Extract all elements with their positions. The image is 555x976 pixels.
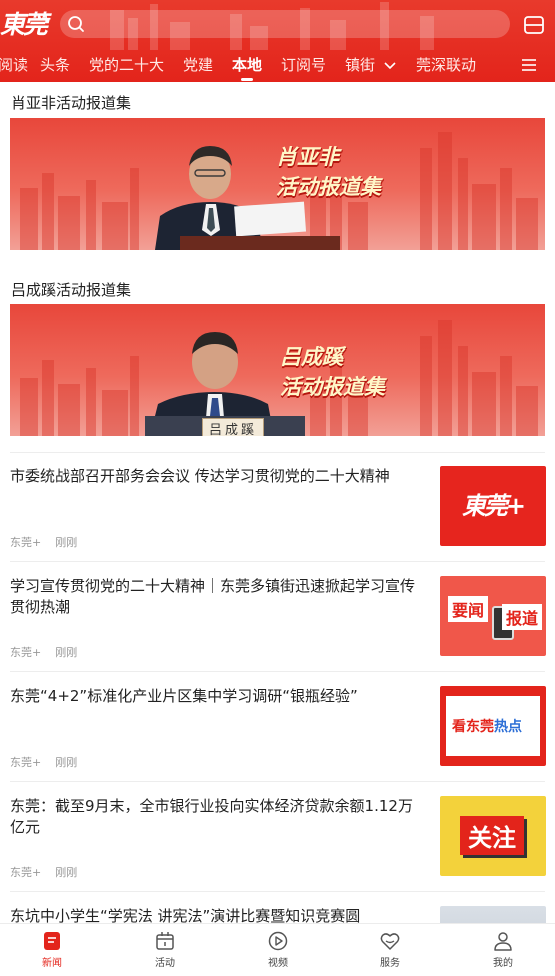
news-thumbnail — [440, 906, 546, 923]
news-source: 东莞+ — [10, 866, 42, 879]
tab-dongguan-shenzhen[interactable]: 莞深联动 — [416, 52, 476, 78]
tab-party-congress[interactable]: 党的二十大 — [89, 52, 164, 78]
channel-menu-icon[interactable] — [523, 14, 545, 36]
logo-text: 東莞 — [0, 10, 48, 39]
banner-name-1: 肖亚非 — [276, 144, 339, 169]
divider — [10, 452, 545, 453]
tab-headline[interactable]: 头条 — [40, 52, 70, 78]
nav-label: 新闻 — [42, 958, 62, 969]
news-time: 刚刚 — [55, 866, 78, 879]
news-time: 刚刚 — [55, 646, 78, 659]
news-thumbnail: 看东莞热点 — [440, 686, 546, 766]
divider — [10, 891, 545, 892]
news-item-1[interactable]: 市委统战部召开部务会会议 传达学习贯彻党的二十大精神 东莞+ 刚刚 東莞+ — [0, 466, 555, 576]
special-title-2[interactable]: 吕成蹊活动报道集 — [11, 279, 131, 300]
app-logo[interactable]: 東莞 + — [0, 8, 56, 42]
app-header: 東莞 + 阅读 头条 党的二十大 党建 本地 订阅号 镇街 莞深联动 — [0, 0, 555, 82]
news-thumbnail: 東莞+ — [440, 466, 546, 546]
more-channels-icon[interactable] — [521, 57, 537, 73]
tab-towns-label: 镇街 — [345, 56, 376, 74]
nav-video[interactable]: 视频 — [248, 930, 308, 969]
news-meta: 东莞+ 刚刚 — [10, 534, 77, 550]
news-thumbnail: 关注 — [440, 796, 546, 876]
nameplate: 吕成蹊 — [202, 418, 265, 436]
news-source: 东莞+ — [10, 646, 42, 659]
banner-name-2: 吕成蹊 — [280, 344, 343, 369]
profile-icon — [494, 932, 512, 951]
thumb-caption: 看东莞热点 — [452, 716, 522, 736]
banner-caption-2: 活动报道集 — [280, 374, 385, 399]
news-title: 东莞“4+2”标准化产业片区集中学习调研“银瓶经验” — [10, 687, 358, 705]
nav-service[interactable]: 服务 — [360, 930, 420, 969]
logo-plus: + — [40, 11, 52, 27]
news-icon — [44, 932, 60, 950]
thumb-logo-text: 東莞+ — [461, 491, 526, 520]
nav-news[interactable]: 新闻 — [22, 930, 82, 969]
search-icon — [68, 16, 84, 32]
news-meta: 东莞+ 刚刚 — [10, 644, 77, 660]
news-source: 东莞+ — [10, 536, 42, 549]
news-item-4[interactable]: 东莞：截至9月末，全市银行业投向实体经济贷款余额1.12万亿元 东莞+ 刚刚 关注 — [0, 796, 555, 906]
tab-local[interactable]: 本地 — [232, 52, 262, 81]
activity-icon — [156, 932, 174, 950]
news-title: 学习宣传贯彻党的二十大精神｜东莞多镇街迅速掀起学习宣传贯彻热潮 — [10, 577, 416, 616]
news-meta: 东莞+ 刚刚 — [10, 864, 77, 880]
thumb-label-a: 看东莞 — [452, 719, 494, 735]
special-banner-2[interactable]: 吕成蹊 吕成蹊 活动报道集 — [10, 304, 545, 436]
nav-activity[interactable]: 活动 — [135, 930, 195, 969]
thumb-label-b: 热点 — [494, 719, 522, 735]
news-title: 市委统战部召开部务会会议 传达学习贯彻党的二十大精神 — [10, 467, 390, 485]
tab-towns[interactable]: 镇街 — [345, 52, 396, 78]
news-time: 刚刚 — [55, 756, 78, 769]
news-time: 刚刚 — [55, 536, 78, 549]
thumb-label-a: 要闻 — [448, 596, 489, 622]
divider — [10, 781, 545, 782]
tab-party-building[interactable]: 党建 — [183, 52, 213, 78]
divider — [10, 561, 545, 562]
news-item-2[interactable]: 学习宣传贯彻党的二十大精神｜东莞多镇街迅速掀起学习宣传贯彻热潮 东莞+ 刚刚 要闻… — [0, 576, 555, 686]
tab-read[interactable]: 阅读 — [0, 52, 28, 78]
video-icon — [268, 931, 288, 951]
thumb-label: 关注 — [460, 816, 524, 855]
chevron-down-icon — [384, 61, 396, 69]
channel-tabs: 阅读 头条 党的二十大 党建 本地 订阅号 镇街 莞深联动 — [0, 52, 555, 81]
special-banner-1[interactable]: 肖亚非 活动报道集 — [10, 118, 545, 250]
tab-subscriptions[interactable]: 订阅号 — [281, 52, 326, 78]
divider — [10, 671, 545, 672]
thumb-label-b: 报道 — [502, 604, 543, 630]
nav-label: 活动 — [155, 958, 175, 969]
news-item-5[interactable]: 东坑中小学生“学宪法 讲宪法”演讲比赛暨知识竞赛圆 — [0, 906, 555, 923]
news-source: 东莞+ — [10, 756, 42, 769]
nav-label: 我的 — [493, 958, 513, 969]
banner-caption-1: 活动报道集 — [276, 174, 381, 199]
news-title: 东莞：截至9月末，全市银行业投向实体经济贷款余额1.12万亿元 — [10, 797, 413, 836]
news-item-3[interactable]: 东莞“4+2”标准化产业片区集中学习调研“银瓶经验” 东莞+ 刚刚 看东莞热点 — [0, 686, 555, 796]
bottom-navigation: 新闻 活动 视频 服务 我的 — [0, 923, 555, 976]
special-title-1[interactable]: 肖亚非活动报道集 — [11, 92, 131, 113]
banner-illustration — [20, 320, 538, 436]
service-icon — [380, 933, 400, 950]
nav-label: 服务 — [380, 958, 400, 969]
search-bar[interactable] — [60, 10, 510, 38]
news-thumbnail: 要闻 报道 — [440, 576, 546, 656]
news-title: 东坑中小学生“学宪法 讲宪法”演讲比赛暨知识竞赛圆 — [10, 907, 361, 923]
news-meta: 东莞+ 刚刚 — [10, 754, 77, 770]
nav-profile[interactable]: 我的 — [473, 930, 533, 969]
nav-label: 视频 — [268, 958, 288, 969]
